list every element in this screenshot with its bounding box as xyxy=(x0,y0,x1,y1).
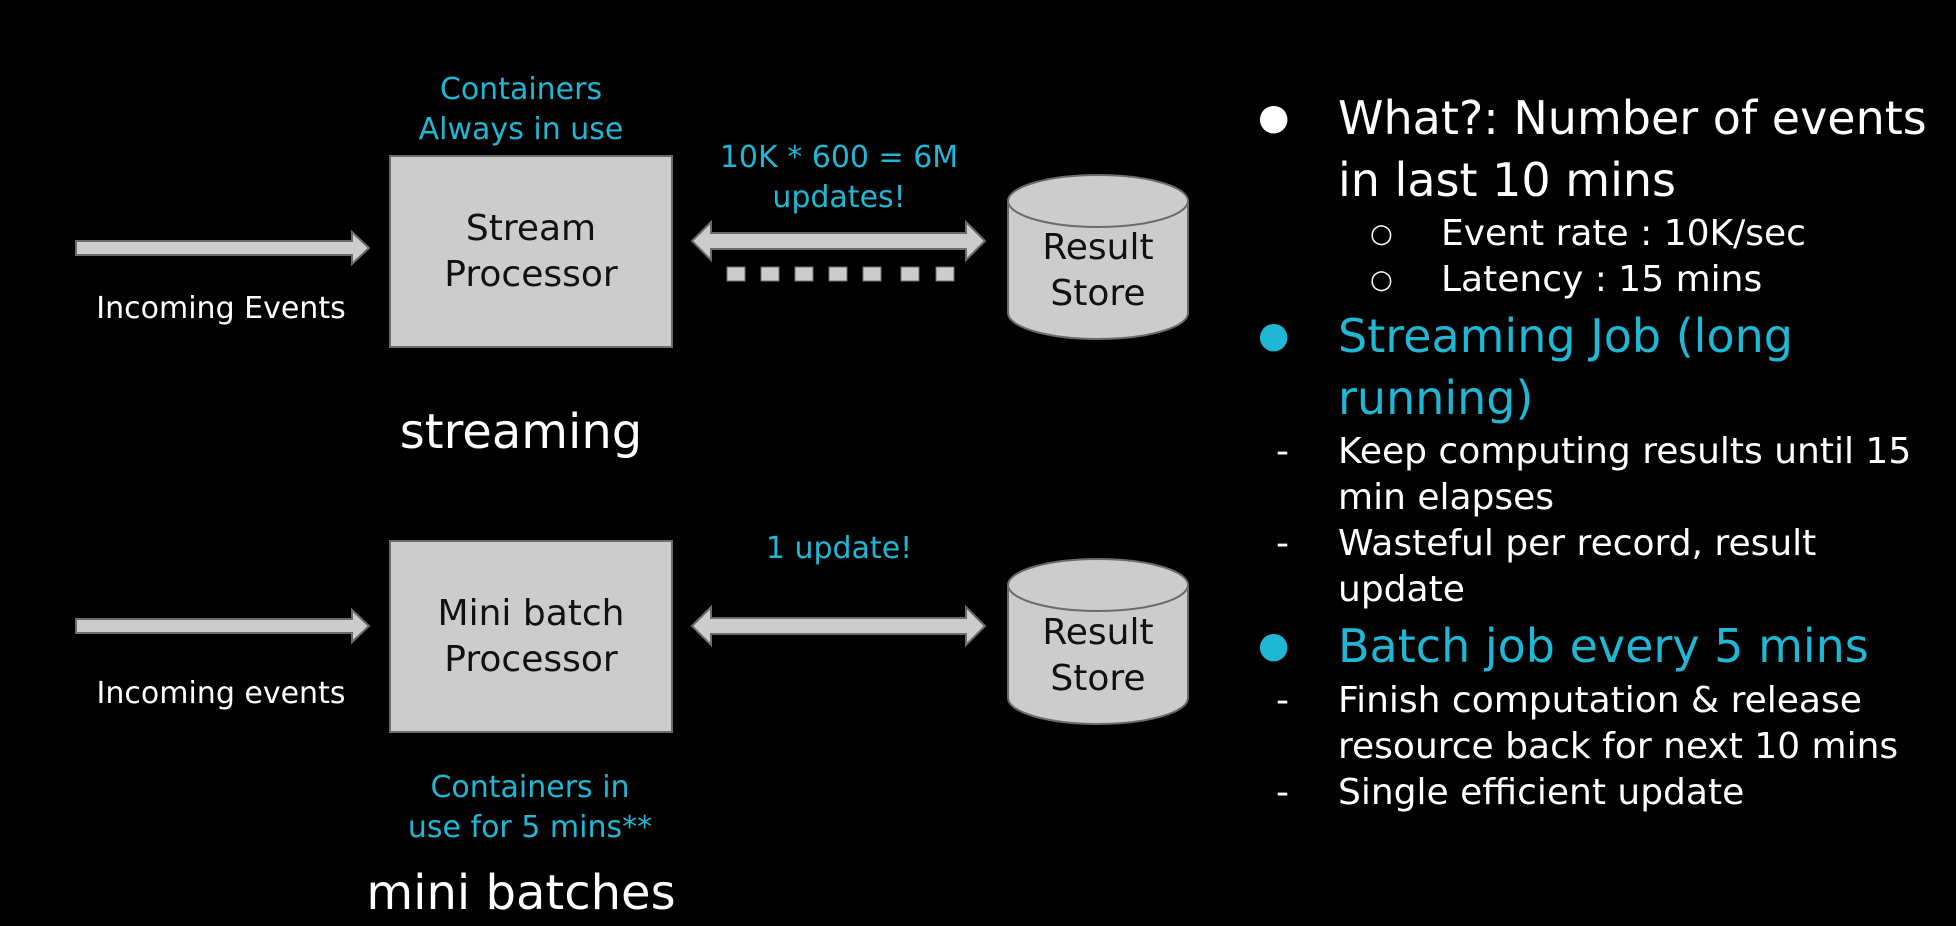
batch-job-item: Batch job every 5 mins xyxy=(1338,619,1869,673)
streaming-caption: streaming xyxy=(399,404,643,460)
latency-item: Latency : 15 mins xyxy=(1441,259,1763,300)
mini-batches-caption: mini batches xyxy=(366,865,676,921)
updates-line2: updates! xyxy=(772,180,906,215)
incoming-arrow-streaming xyxy=(75,229,371,267)
double-arrow-streaming xyxy=(690,219,987,263)
bullet-dot: ● xyxy=(1258,625,1290,666)
what-line1: What?: Number of events xyxy=(1338,91,1927,145)
store-line2: Store xyxy=(1050,658,1146,699)
store-line2: Store xyxy=(1050,273,1146,314)
dash-marker: - xyxy=(1276,431,1289,472)
updates-count-label: 10K * 600 = 6M updates! xyxy=(720,138,958,218)
update-dot xyxy=(726,266,746,282)
double-arrow-mini-batch xyxy=(690,604,987,648)
update-dot xyxy=(828,266,848,282)
processor-line2: Processor xyxy=(444,638,618,680)
sub-bullet-circle: ○ xyxy=(1370,265,1393,295)
stream-point2-line1: Wasteful per record, result xyxy=(1338,523,1817,564)
batch-point1-line1: Finish computation & release xyxy=(1338,680,1862,721)
stream-point1-line1: Keep computing results until 15 xyxy=(1338,431,1912,472)
store-line1: Result xyxy=(1042,227,1154,268)
update-dots xyxy=(726,266,955,282)
what-line2: in last 10 mins xyxy=(1338,153,1677,207)
stream-processor-box: Stream Processor xyxy=(389,155,673,348)
incoming-events-label-mini-batch: Incoming events xyxy=(96,676,346,711)
update-dot xyxy=(900,266,920,282)
update-dot xyxy=(862,266,882,282)
streaming-job-line2: running) xyxy=(1338,371,1534,425)
update-dot xyxy=(794,266,814,282)
mini-batch-processor-box: Mini batch Processor xyxy=(389,540,673,733)
processor-line2: Processor xyxy=(444,253,618,295)
processor-line1: Mini batch xyxy=(437,592,625,634)
containers-line1: Containers in xyxy=(430,770,630,805)
incoming-events-label: Incoming Events xyxy=(96,291,346,326)
dash-marker: - xyxy=(1276,523,1289,564)
batch-point1-line2: resource back for next 10 mins xyxy=(1338,726,1899,767)
batch-point2: Single efficient update xyxy=(1338,772,1745,813)
containers-line2: use for 5 mins** xyxy=(407,810,653,845)
bullet-dot: ● xyxy=(1258,315,1290,356)
dash-marker: - xyxy=(1276,680,1289,721)
sub-bullet-circle: ○ xyxy=(1370,219,1393,249)
containers-line1: Containers xyxy=(439,72,603,107)
store-line1: Result xyxy=(1042,612,1154,653)
stream-point2-line2: update xyxy=(1338,569,1465,610)
update-dot xyxy=(935,266,955,282)
processor-line1: Stream xyxy=(465,207,597,249)
incoming-arrow-mini-batch xyxy=(75,607,371,645)
updates-line1: 10K * 600 = 6M xyxy=(719,140,959,175)
single-update-label: 1 update! xyxy=(765,531,913,566)
streaming-job-line1: Streaming Job (long xyxy=(1338,309,1793,363)
containers-line2: Always in use xyxy=(418,112,624,147)
result-store-label-streaming: Result Store xyxy=(1042,225,1153,317)
event-rate-item: Event rate : 10K/sec xyxy=(1441,213,1806,254)
containers-always-label: Containers Always in use xyxy=(419,70,624,150)
dash-marker: - xyxy=(1276,772,1289,813)
containers-five-mins-label: Containers in use for 5 mins** xyxy=(408,768,652,848)
bullet-dot: ● xyxy=(1258,97,1290,138)
update-dot xyxy=(760,266,780,282)
stream-point1-line2: min elapses xyxy=(1338,477,1555,518)
result-store-label-mini-batch: Result Store xyxy=(1042,610,1153,702)
